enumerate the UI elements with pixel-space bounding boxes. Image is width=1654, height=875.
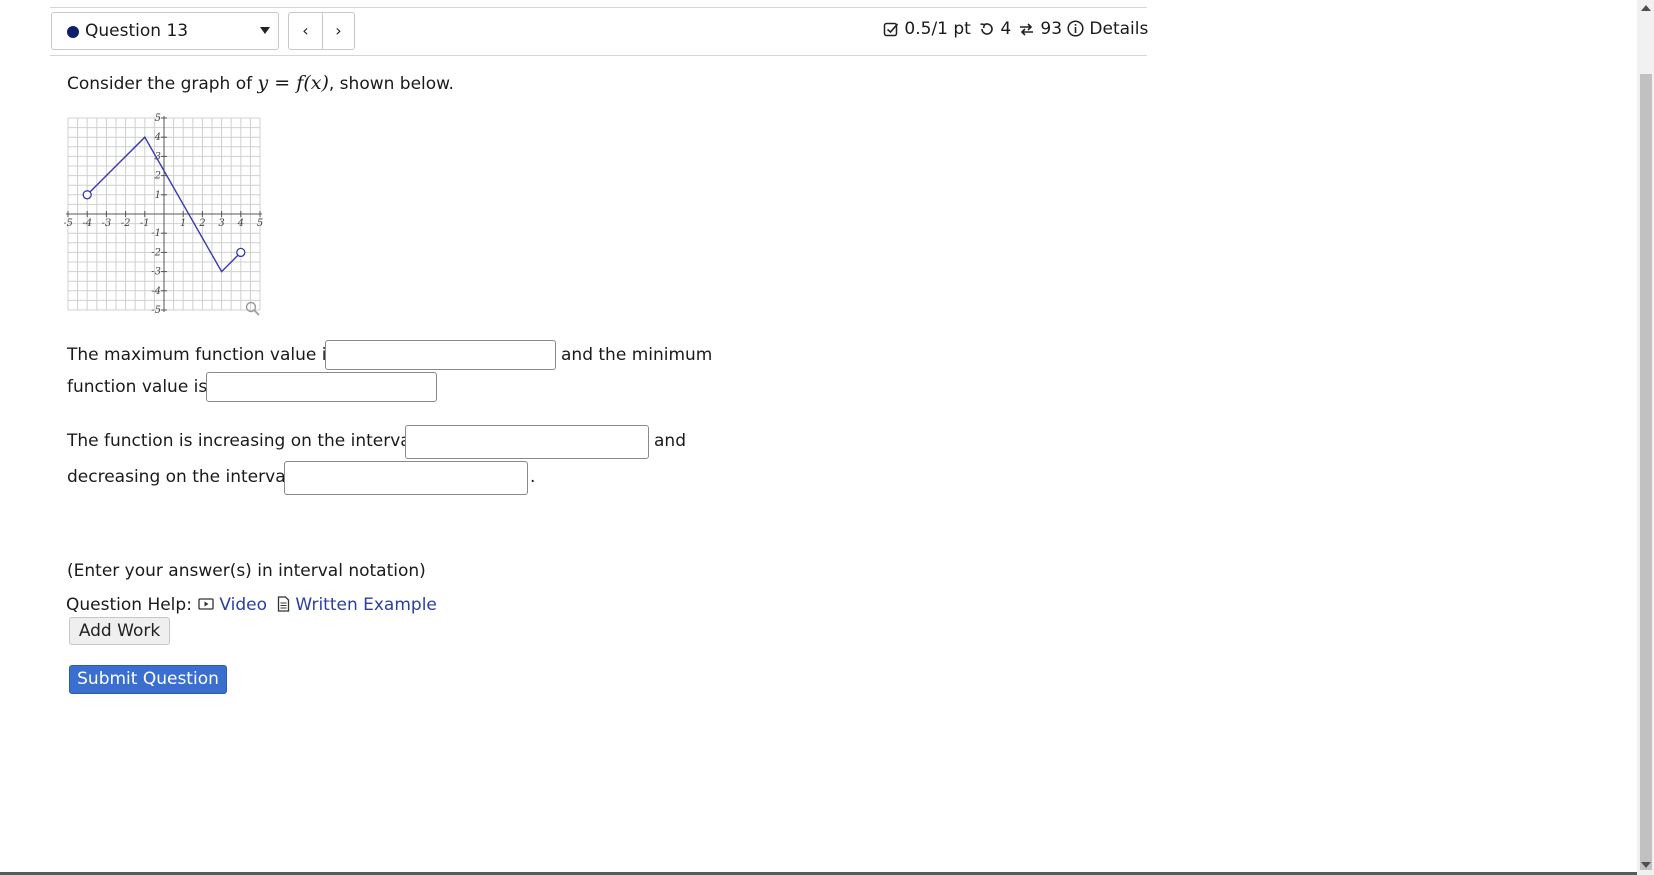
document-icon (277, 596, 290, 612)
open-endpoint (236, 247, 246, 258)
max-label: The maximum function value is (67, 345, 336, 365)
math-equals: = (268, 72, 297, 94)
question-label: Question 13 (85, 21, 189, 41)
and-label: and (654, 431, 686, 451)
question-nav: ‹ › (288, 12, 355, 50)
y-tick-label: 4 (154, 132, 161, 143)
x-tick-label: -4 (82, 218, 92, 229)
period: . (530, 467, 536, 487)
question-help-label: Question Help: (66, 595, 192, 615)
y-tick-label: -5 (151, 305, 161, 316)
max-value-input[interactable] (325, 340, 556, 370)
min-label: function value is (67, 377, 208, 397)
x-tick-label: 2 (198, 218, 205, 229)
function-graph: -5 -4 -3 -2 -1 1 2 3 4 554321-1-2-3-4-5 (64, 113, 263, 316)
math-paren-open: ( (303, 72, 311, 94)
scrollbar-thumb[interactable] (1640, 74, 1652, 870)
add-work-button[interactable]: Add Work (69, 617, 170, 645)
x-tick-label: 4 (237, 218, 244, 229)
attempts-info: 93 (1018, 19, 1062, 39)
intro-text: Consider the graph of (67, 74, 258, 94)
min-value-input[interactable] (206, 372, 437, 402)
video-icon (198, 598, 214, 610)
math-x: x (310, 72, 322, 94)
x-tick-label: -3 (102, 218, 112, 229)
header-top-rule (50, 7, 1147, 8)
video-link[interactable]: Video (198, 595, 267, 615)
question-intro: Consider the graph of y = f(x), shown be… (67, 72, 454, 94)
attempts-icon (1020, 23, 1033, 36)
x-tick-label: -2 (121, 218, 131, 229)
y-tick-label: 1 (155, 190, 161, 201)
caret-down-icon (260, 27, 270, 34)
x-tick-label: 5 (257, 218, 263, 229)
open-endpoint (82, 190, 92, 200)
intro-text-end: , shown below. (328, 74, 454, 94)
decreasing-interval-input[interactable] (284, 461, 528, 495)
question-select[interactable]: Question 13 (51, 12, 279, 50)
y-tick-label: -4 (151, 286, 161, 297)
scroll-down-icon[interactable] (1641, 862, 1651, 868)
attempts-value: 93 (1040, 19, 1063, 39)
y-tick-label: -1 (151, 228, 161, 239)
score-info: 0.5/1 pt (883, 19, 971, 39)
zoom-icon-handle (253, 309, 260, 316)
info-icon (1067, 20, 1084, 37)
and-min-label: and the minimum (561, 345, 713, 365)
video-label: Video (219, 595, 268, 615)
header-bottom-rule (50, 55, 1147, 56)
increasing-interval-input[interactable] (405, 425, 649, 459)
score-check-icon (883, 22, 899, 37)
y-tick-label: 2 (154, 171, 161, 182)
math-paren-close: ) (321, 72, 329, 94)
status-dot-icon (67, 26, 79, 38)
details-label: Details (1089, 19, 1149, 39)
retries-info: 4 (979, 19, 1011, 39)
y-tick-label: -3 (151, 267, 161, 278)
decreasing-label: decreasing on the interval (67, 467, 291, 487)
interval-notation-hint: (Enter your answer(s) in interval notati… (67, 561, 426, 581)
y-tick-label: 5 (155, 113, 161, 124)
retry-icon (980, 23, 993, 35)
x-tick-label: -5 (64, 218, 73, 229)
math-y: y (257, 72, 269, 94)
written-example-link[interactable]: Written Example (277, 595, 437, 615)
scroll-up-icon[interactable] (1641, 5, 1651, 11)
y-tick-label: -2 (151, 247, 161, 258)
details-button[interactable]: Details (1067, 19, 1148, 39)
previous-question-button[interactable]: ‹ (289, 13, 323, 49)
next-question-button[interactable]: › (322, 13, 355, 49)
score-value: 0.5/1 pt (904, 19, 971, 39)
increasing-label: The function is increasing on the interv… (67, 431, 416, 451)
written-example-label: Written Example (295, 595, 437, 615)
submit-question-button[interactable]: Submit Question (69, 665, 227, 694)
x-tick-label: 1 (180, 218, 186, 229)
retries-value: 4 (1000, 19, 1012, 39)
x-tick-label: -1 (140, 218, 150, 229)
x-tick-label: 3 (218, 218, 224, 229)
